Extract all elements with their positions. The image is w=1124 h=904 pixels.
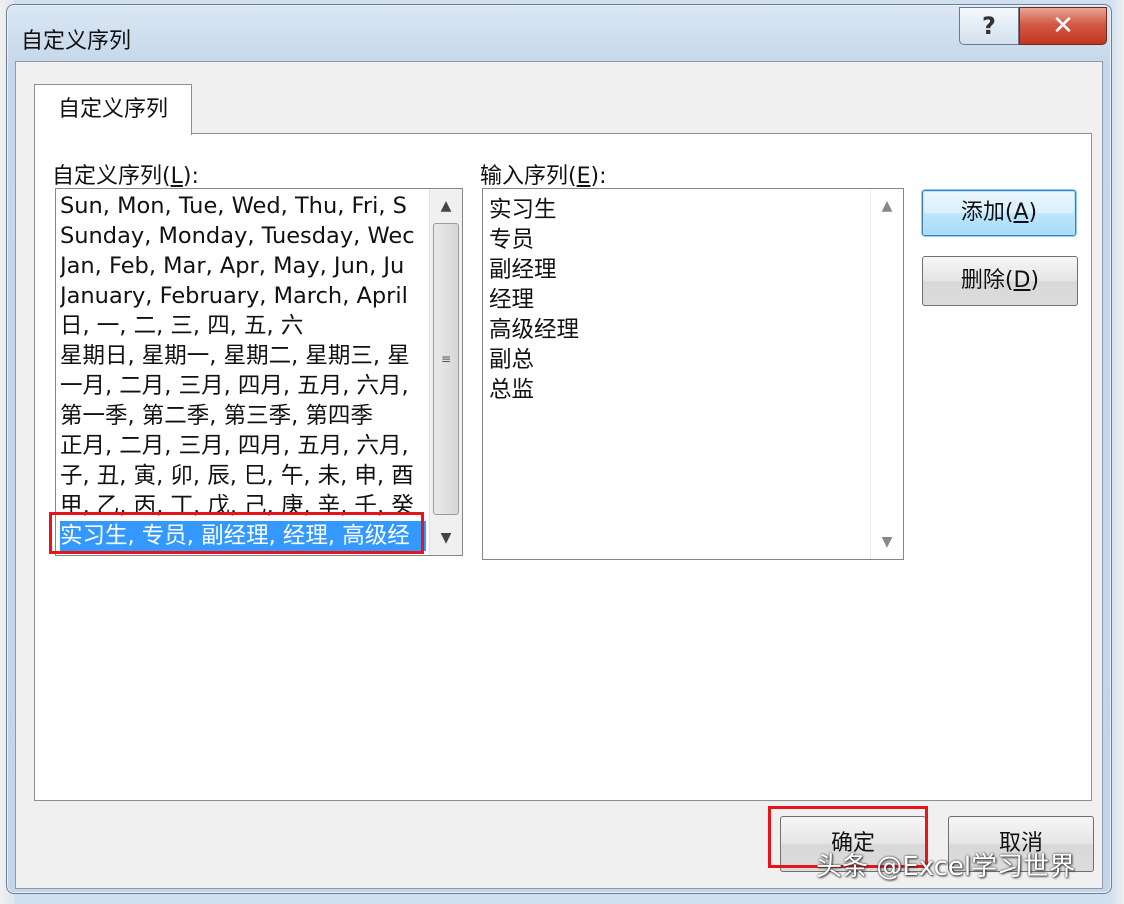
tab-custom-lists[interactable]: 自定义序列	[34, 84, 192, 135]
add-button[interactable]: 添加(A)	[922, 190, 1076, 236]
delete-button[interactable]: 删除(D)	[922, 256, 1078, 306]
custom-list-item[interactable]: Sunday, Monday, Tuesday, Wec	[60, 221, 426, 251]
input-entries-label: 输入序列(E):	[480, 164, 607, 189]
custom-lists-dialog: 自定义序列 ? ✕ 自定义序列 自定义序列(L): Sun, Mon, Tue,…	[6, 4, 1112, 894]
custom-list-item[interactable]: January, February, March, April	[60, 281, 426, 311]
dialog-title: 自定义序列	[21, 29, 132, 54]
scroll-up-icon[interactable]: ▲	[871, 191, 903, 221]
custom-list-item[interactable]: 子, 丑, 寅, 卯, 辰, 巳, 午, 未, 申, 酉	[60, 461, 426, 491]
background-right	[1110, 0, 1124, 904]
input-entries-lines: 实习生专员副经理经理高级经理副总总监	[489, 195, 867, 405]
custom-list-item[interactable]: 日, 一, 二, 三, 四, 五, 六	[60, 311, 426, 341]
close-icon: ✕	[1052, 11, 1074, 41]
help-button[interactable]: ?	[959, 7, 1019, 45]
scroll-down-icon[interactable]: ▼	[871, 527, 903, 557]
input-entry-line: 副经理	[489, 257, 557, 283]
help-icon: ?	[982, 12, 996, 40]
scroll-thumb[interactable]: ≡	[433, 223, 459, 515]
input-entry-line: 副总	[489, 347, 535, 373]
custom-list-item[interactable]: Sun, Mon, Tue, Wed, Thu, Fri, S	[60, 191, 426, 221]
custom-list-item[interactable]: Jan, Feb, Mar, Apr, May, Jun, Ju	[60, 251, 426, 281]
custom-list-item[interactable]: 甲, 乙, 丙, 丁, 戊, 己, 庚, 辛, 壬, 癸	[60, 491, 426, 521]
input-entries-scrollbar[interactable]: ▲ ▼	[870, 189, 903, 559]
dialog-client-area: 自定义序列 自定义序列(L): Sun, Mon, Tue, Wed, Thu,…	[15, 61, 1103, 889]
input-entry-line: 实习生	[489, 197, 557, 223]
scroll-down-icon[interactable]: ▼	[430, 523, 462, 553]
input-entries-textbox[interactable]: 实习生专员副经理经理高级经理副总总监 ▲ ▼	[482, 188, 904, 560]
scroll-up-icon[interactable]: ▲	[430, 191, 462, 221]
grip-icon: ≡	[441, 352, 452, 366]
custom-list-item[interactable]: 第一季, 第二季, 第三季, 第四季	[60, 401, 426, 431]
close-button[interactable]: ✕	[1019, 7, 1107, 45]
custom-lists-items: Sun, Mon, Tue, Wed, Thu, Fri, S Sunday, M…	[60, 191, 426, 551]
watermark: 头条 @Excel学习世界	[816, 852, 1076, 882]
input-entry-line: 专员	[489, 227, 535, 253]
input-entry-line: 高级经理	[489, 317, 580, 343]
custom-list-item[interactable]: 星期日, 星期一, 星期二, 星期三, 星	[60, 341, 426, 371]
custom-lists-label: 自定义序列(L):	[52, 164, 199, 189]
input-entry-line: 经理	[489, 287, 535, 313]
custom-list-item[interactable]: 一月, 二月, 三月, 四月, 五月, 六月,	[60, 371, 426, 401]
custom-list-item[interactable]: 实习生, 专员, 副经理, 经理, 高级经	[60, 521, 426, 551]
custom-list-item[interactable]: 正月, 二月, 三月, 四月, 五月, 六月,	[60, 431, 426, 461]
input-entry-line: 总监	[489, 377, 535, 403]
custom-lists-listbox[interactable]: Sun, Mon, Tue, Wed, Thu, Fri, S Sunday, M…	[55, 188, 463, 556]
custom-lists-scrollbar[interactable]: ▲ ≡ ▼	[429, 189, 462, 555]
caption-buttons: ? ✕	[959, 5, 1107, 45]
